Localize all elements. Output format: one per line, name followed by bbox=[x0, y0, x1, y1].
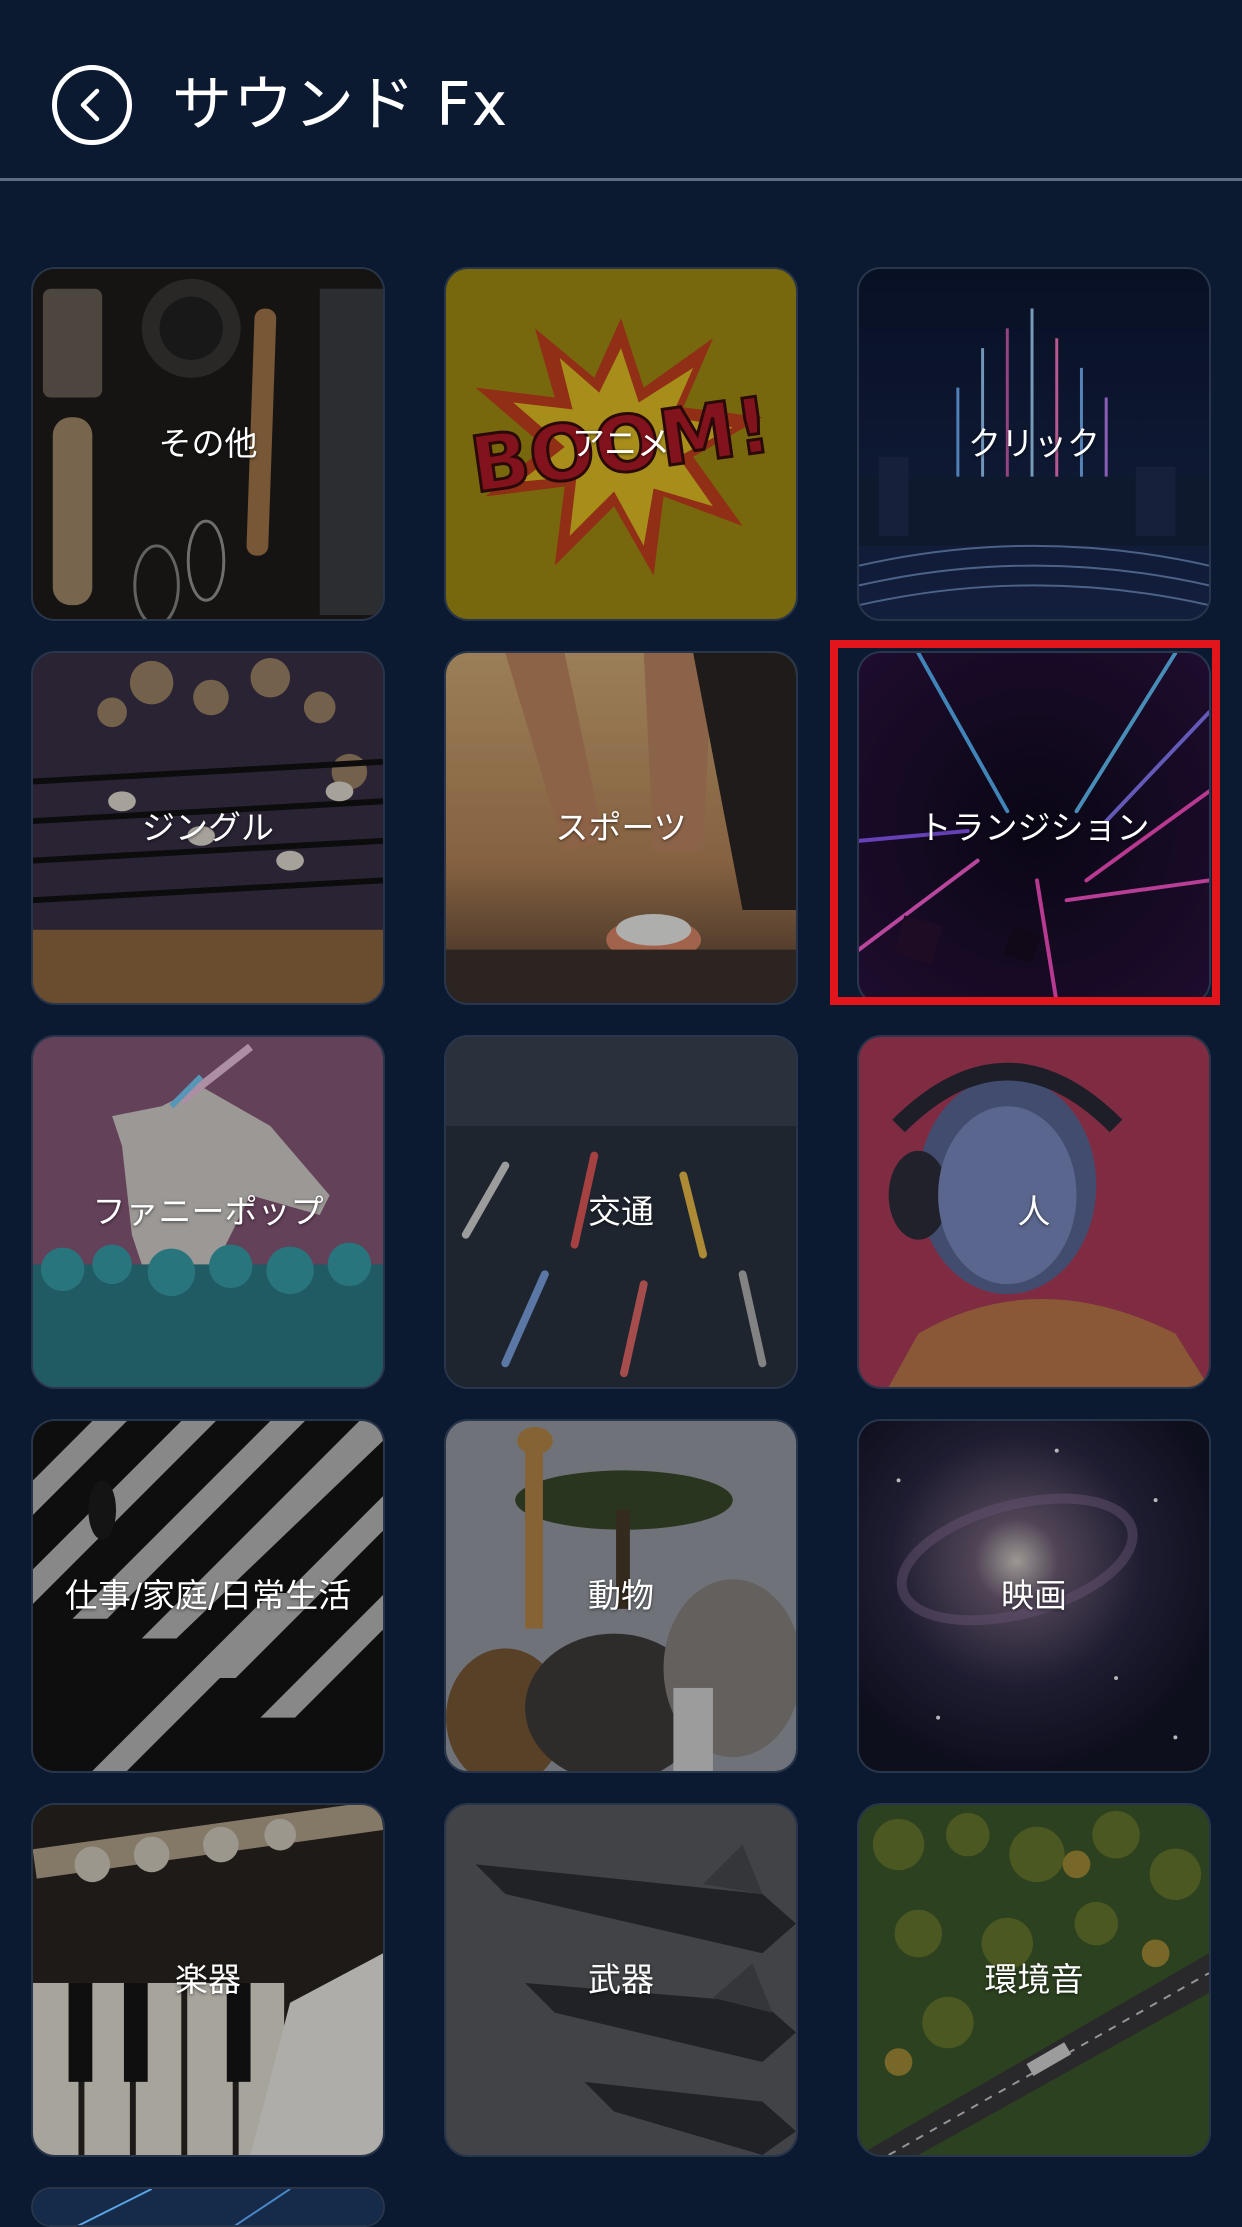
category-label: 交通 bbox=[588, 1192, 654, 1231]
category-tile-daily-life[interactable]: 仕事/家庭/日常生活 bbox=[31, 1419, 385, 1773]
category-label: トランジション bbox=[918, 808, 1150, 847]
category-tile-jingle[interactable]: ジングル bbox=[31, 651, 385, 1005]
category-tile-other[interactable]: その他 bbox=[31, 267, 385, 621]
category-label: 動物 bbox=[588, 1576, 654, 1615]
category-tile-people[interactable]: 人 bbox=[857, 1035, 1211, 1389]
category-tile-ambient[interactable]: 環境音 bbox=[857, 1803, 1211, 2157]
category-label: クリック bbox=[968, 424, 1100, 463]
app-header: サウンド Fx bbox=[0, 0, 1242, 180]
category-label: 武器 bbox=[588, 1960, 654, 1999]
category-tile-movie[interactable]: 映画 bbox=[857, 1419, 1211, 1773]
category-label: 仕事/家庭/日常生活 bbox=[64, 1576, 352, 1615]
category-label: ファニーポップ bbox=[92, 1192, 324, 1231]
category-label: 環境音 bbox=[984, 1960, 1084, 1999]
category-label: 楽器 bbox=[175, 1960, 241, 1999]
category-label: 人 bbox=[1017, 1192, 1051, 1231]
tile-image-partial bbox=[33, 2189, 383, 2225]
header-divider bbox=[0, 178, 1242, 181]
category-label: アニメ bbox=[571, 424, 671, 463]
page-title: サウンド Fx bbox=[172, 70, 509, 140]
category-tile-anime[interactable]: BOOM! アニメ bbox=[444, 267, 798, 621]
category-label: スポーツ bbox=[555, 808, 687, 847]
chevron-left-icon bbox=[80, 88, 100, 122]
category-tile-click[interactable]: クリック bbox=[857, 267, 1211, 621]
category-tile-instruments[interactable]: 楽器 bbox=[31, 1803, 385, 2157]
category-tile-sports[interactable]: スポーツ bbox=[444, 651, 798, 1005]
category-tile-transition[interactable]: トランジション bbox=[857, 651, 1211, 1005]
category-tile-weapons[interactable]: 武器 bbox=[444, 1803, 798, 2157]
back-button[interactable] bbox=[52, 65, 132, 145]
category-tile-partial[interactable] bbox=[31, 2187, 385, 2227]
category-tile-animals[interactable]: 動物 bbox=[444, 1419, 798, 1773]
category-tile-funny-pop[interactable]: ファニーポップ bbox=[31, 1035, 385, 1389]
category-tile-traffic[interactable]: 交通 bbox=[444, 1035, 798, 1389]
category-label: その他 bbox=[158, 424, 258, 463]
category-label: 映画 bbox=[1001, 1576, 1067, 1615]
category-label: ジングル bbox=[142, 808, 274, 847]
